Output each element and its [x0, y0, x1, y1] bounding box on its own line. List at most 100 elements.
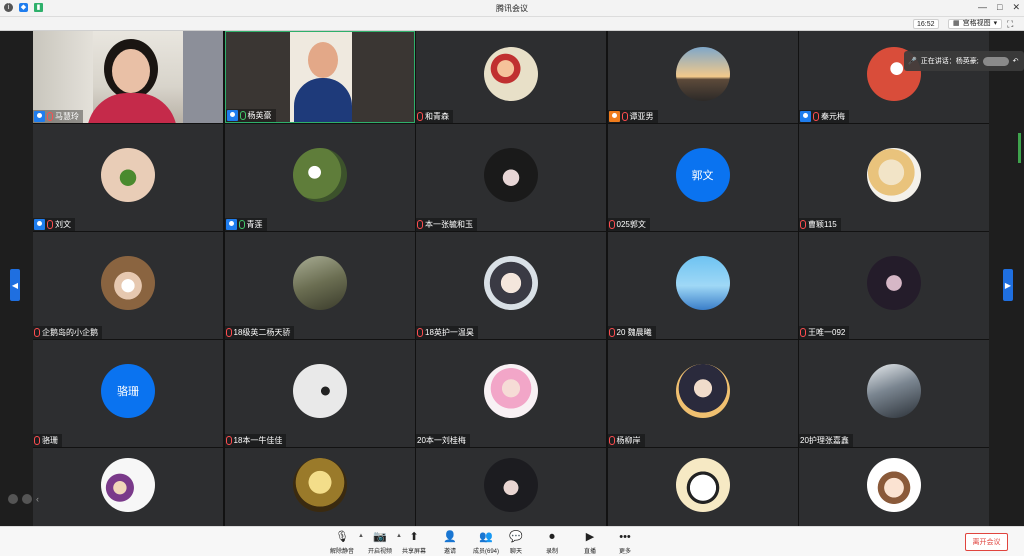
participant-tile[interactable]: 企鹅岛的小企鹅	[33, 232, 223, 339]
host-badge-icon	[226, 110, 238, 121]
participant-name: 本一张毓和玉	[425, 220, 473, 229]
participant-name-bar: 青莲	[224, 218, 267, 231]
ink-painting-photo	[292, 363, 347, 418]
participant-tile[interactable]: 马慧玲	[33, 31, 223, 123]
white-flowers-photo	[292, 147, 347, 202]
participant-tile[interactable]: 和青森	[416, 31, 606, 123]
host-badge-icon	[34, 219, 45, 230]
toolbar-button-label: 共享屏幕	[401, 549, 426, 555]
undo-icon[interactable]: ↶	[1013, 57, 1019, 65]
chevron-left-icon: ◀	[11, 280, 19, 290]
maximize-button[interactable]: □	[997, 2, 1002, 13]
view-mode-label: 宫格视图	[962, 20, 991, 27]
participant-tile[interactable]	[799, 448, 989, 526]
pink-anime-photo	[484, 363, 538, 418]
participant-tile[interactable]: 刘文	[33, 124, 223, 231]
participant-tile[interactable]: 骆珊 骆珊	[33, 340, 223, 447]
toolbar-button-label: 开启视频	[367, 549, 392, 555]
participant-name-bar: 马慧玲	[33, 110, 83, 123]
participant-tile[interactable]: 本一张毓和玉	[416, 124, 606, 231]
participant-tile[interactable]: 20 魏晨曦	[607, 232, 798, 339]
participant-tile[interactable]: 18级英二杨天骄	[224, 232, 415, 339]
mic-off-icon	[34, 328, 40, 337]
participant-name-bar: 企鹅岛的小企鹅	[33, 326, 102, 339]
participant-name: 企鹅岛的小企鹅	[42, 328, 98, 337]
video-person-face	[307, 42, 338, 78]
participant-name-bar: 本一张毓和玉	[416, 218, 477, 231]
fullscreen-icon[interactable]: ⛶	[1007, 19, 1013, 30]
record-icon: ⏺	[549, 531, 555, 543]
live-button[interactable]: ▶ 直播	[570, 530, 610, 555]
cute-girl-cartoon-photo	[867, 458, 921, 512]
window-title: 腾讯会议	[496, 4, 528, 13]
collapse-icon[interactable]: ‹	[36, 494, 39, 504]
participant-name-bar: 20 魏晨曦	[607, 326, 656, 339]
view-mode-button[interactable]: ▦ 宫格视图 ▾	[948, 19, 1003, 29]
participant-tile[interactable]	[33, 448, 223, 526]
toolbar-button-label: 更多	[618, 549, 631, 555]
street-person-photo	[867, 363, 921, 418]
close-button[interactable]: ✕	[1012, 2, 1020, 13]
mini-controls: ‹	[8, 494, 39, 504]
speaker-icon: 🎤	[908, 58, 917, 65]
video-person-body	[87, 93, 177, 123]
participant-tile[interactable]	[416, 448, 606, 526]
chevron-down-icon: ▾	[993, 20, 998, 27]
participant-name: 20 魏晨曦	[616, 328, 652, 337]
minimize-button[interactable]: —	[978, 2, 987, 13]
mic-off-button[interactable]: 🎙 解除静音 ▲	[322, 530, 364, 555]
participant-tile[interactable]: 王唯一092	[799, 232, 989, 339]
participant-grid: 马慧玲 杨英豪 和青森 谭亚男 秦元梅刘文 青莲 本一张毓和玉 郭文 025郭文 曹颖115 企鹅岛…	[33, 31, 989, 526]
more-button[interactable]: ••• 更多	[605, 530, 645, 555]
participant-tile[interactable]: 青莲	[224, 124, 415, 231]
invite-icon: 👤	[443, 531, 457, 543]
participant-tile[interactable]: 曹颖115	[799, 124, 989, 231]
participant-tile[interactable]: 18本一牛佳佳	[224, 340, 415, 447]
participant-tile[interactable]: 谭亚男	[607, 31, 798, 123]
leave-meeting-button[interactable]: 离开会议	[965, 533, 1008, 551]
speaking-pill	[982, 56, 1009, 66]
participant-tile[interactable]: 20本一刘桂梅	[416, 340, 606, 447]
mic-on-icon	[239, 111, 246, 120]
more-icon: •••	[619, 531, 631, 543]
blue-sky-photo	[675, 255, 730, 310]
video-shelf	[183, 31, 223, 123]
participant-name: 谭亚男	[629, 112, 654, 121]
grid-view-icon: ▦	[953, 20, 960, 27]
participant-name: 18级英二杨天骄	[233, 328, 291, 337]
participant-tile[interactable]	[224, 448, 415, 526]
participant-name-bar: 18英护一温昊	[416, 326, 478, 339]
toolbar-button-label: 聊天	[509, 549, 522, 555]
girl-bangs-photo	[484, 458, 538, 512]
mic-off-icon	[608, 220, 615, 229]
speaking-toast: 🎤 正在讲话：杨英豪; ↶	[904, 51, 1024, 71]
mic-off-icon: 🎙	[335, 531, 349, 543]
toolbar-button-label: 邀请	[443, 549, 456, 555]
keyboard-icon[interactable]	[22, 494, 32, 504]
video-person-face	[112, 49, 150, 93]
participant-tile[interactable]: 杨英豪	[224, 31, 415, 123]
bubble-icon[interactable]	[8, 494, 18, 504]
mic-off-icon	[417, 328, 423, 337]
chevron-right-icon: ▶	[1004, 280, 1012, 290]
avatar-initials: 郭文	[675, 147, 730, 202]
record-button[interactable]: ⏺ 录制	[532, 530, 572, 555]
participant-tile[interactable]: 郭文 025郭文	[607, 124, 798, 231]
mic-on-icon	[238, 220, 245, 229]
participant-tile[interactable]: 18英护一温昊	[416, 232, 606, 339]
host-badge-icon	[225, 219, 237, 230]
participant-tile[interactable]: 杨柳岸	[607, 340, 798, 447]
next-page-button[interactable]: ▶	[1003, 269, 1013, 301]
participant-tile[interactable]	[607, 448, 798, 526]
toolbar-button-label: 直播	[583, 549, 596, 555]
bottom-toolbar: 离开会议 🎙 解除静音 ▲ 📷 开启视频 ▲ ⬆ 共享屏幕 👤 邀请 👥 成员(694) 💬 聊天 ⏺ 录制 ▶…	[0, 526, 1024, 556]
participant-name-bar: 杨英豪	[225, 109, 276, 122]
participant-tile[interactable]: 20护理张嘉鑫	[799, 340, 989, 447]
prev-page-button[interactable]: ◀	[10, 269, 20, 301]
meeting-toolbar: 16:52 ▦ 宫格视图 ▾ ⛶	[0, 17, 1024, 31]
participant-name-bar: 和青森	[416, 110, 453, 123]
share-screen-button[interactable]: ⬆ 共享屏幕	[394, 530, 434, 555]
participant-tile[interactable]: 秦元梅	[799, 31, 989, 123]
invite-button[interactable]: 👤 邀请	[430, 530, 470, 555]
chat-button[interactable]: 💬 聊天	[496, 530, 536, 555]
